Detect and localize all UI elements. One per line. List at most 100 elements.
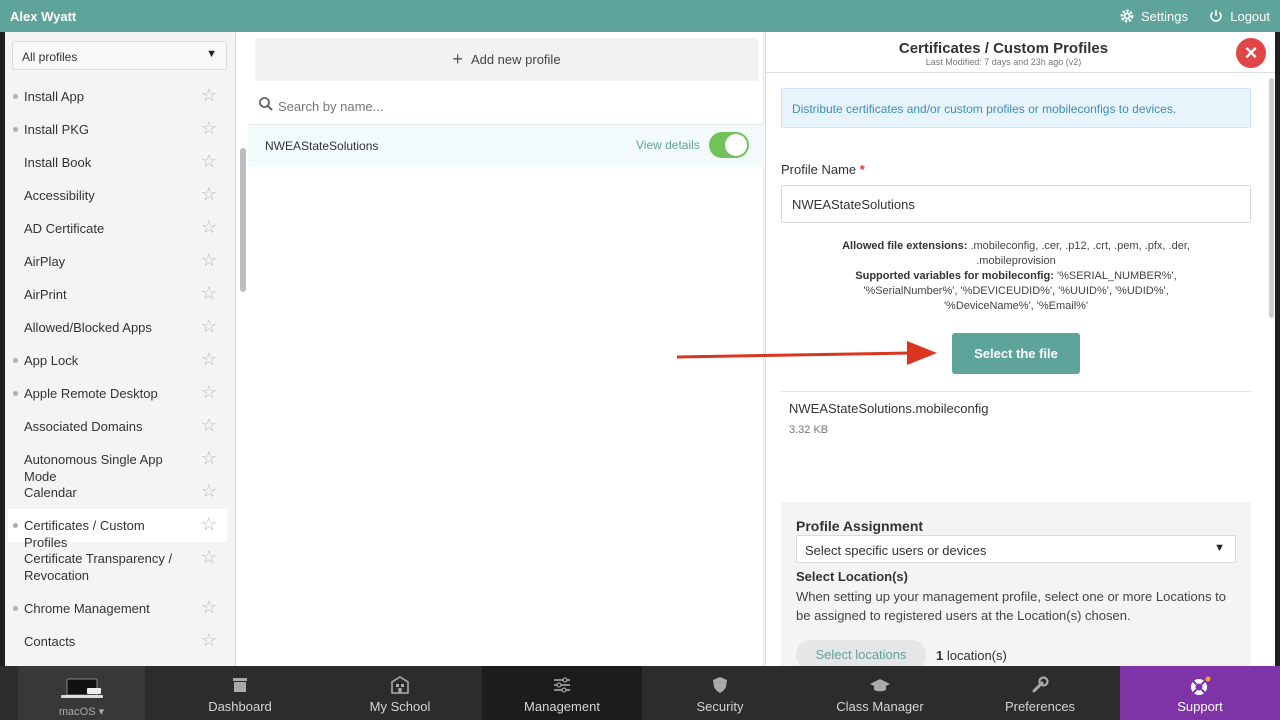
search-icon <box>259 97 273 111</box>
logout-button[interactable]: Logout <box>1208 8 1270 24</box>
star-icon[interactable]: ☆ <box>201 152 217 170</box>
star-icon[interactable]: ☆ <box>201 185 217 203</box>
profile-enabled-toggle[interactable] <box>709 132 749 158</box>
settings-label: Settings <box>1141 8 1188 24</box>
shield-icon <box>713 677 727 693</box>
add-new-profile-button[interactable]: + Add new profile <box>255 38 758 81</box>
search-input[interactable] <box>278 97 748 115</box>
configured-dot-icon <box>13 127 18 132</box>
star-icon[interactable]: ☆ <box>201 598 217 616</box>
sidebar-item-label: Chrome Management <box>24 601 150 616</box>
sidebar-item-label: Associated Domains <box>24 419 143 434</box>
variables-label: Supported variables for mobileconfig: <box>855 270 1054 282</box>
star-icon[interactable]: ☆ <box>201 383 217 401</box>
sidebar-item[interactable]: Autonomous Single App Mode ☆ <box>8 443 227 484</box>
sidebar-item[interactable]: AirPrint ☆ <box>8 278 227 311</box>
file-hints: Allowed file extensions: .mobileconfig, … <box>826 239 1206 314</box>
graduation-cap-icon <box>870 679 890 692</box>
sidebar-scrollbar[interactable] <box>240 148 246 292</box>
user-name: Alex Wyatt <box>10 9 77 24</box>
nav-support[interactable]: Support <box>1120 666 1280 720</box>
nav-security[interactable]: Security <box>640 666 800 720</box>
sidebar-item[interactable]: Apple Remote Desktop ☆ <box>8 377 227 410</box>
select-locations-button[interactable]: Select locations <box>796 640 926 666</box>
nav-class-manager-label: Class Manager <box>836 699 924 714</box>
nav-preferences[interactable]: Preferences <box>960 666 1120 720</box>
nav-management[interactable]: Management <box>482 666 642 720</box>
sidebar-item[interactable]: Associated Domains ☆ <box>8 410 227 443</box>
sidebar-item[interactable]: Install Book ☆ <box>8 146 227 179</box>
nav-management-label: Management <box>524 699 600 714</box>
profile-filter-value: All profiles <box>22 50 78 64</box>
select-file-button[interactable]: Select the file <box>952 333 1080 374</box>
star-icon[interactable]: ☆ <box>201 86 217 104</box>
panel-scrollbar[interactable] <box>1269 78 1274 318</box>
nav-dashboard[interactable]: Dashboard <box>160 666 320 720</box>
sidebar-item[interactable]: Contacts ☆ <box>8 625 227 658</box>
star-icon[interactable]: ☆ <box>201 251 217 269</box>
caret-down-icon: ▼ <box>1214 542 1225 554</box>
configured-dot-icon <box>13 523 18 528</box>
profile-name-input[interactable] <box>781 185 1251 223</box>
sidebar-item[interactable]: Allowed/Blocked Apps ☆ <box>8 311 227 344</box>
nav-preferences-label: Preferences <box>1004 699 1076 714</box>
dashboard-icon <box>233 678 247 692</box>
sidebar-item[interactable]: Certificate Transparency / Revocation ☆ <box>8 542 227 592</box>
sidebar-item-label: AirPlay <box>24 254 66 269</box>
profile-row[interactable]: NWEAStateSolutions View details <box>248 126 764 167</box>
star-icon[interactable]: ☆ <box>201 218 217 236</box>
search-bar <box>248 90 764 125</box>
profile-row-name: NWEAStateSolutions <box>265 139 379 153</box>
required-mark: * <box>859 162 865 177</box>
profile-name-label: Profile Name * <box>781 162 865 177</box>
star-icon[interactable]: ☆ <box>201 416 217 434</box>
sidebar-item-label: Calendar <box>24 485 77 500</box>
configured-dot-icon <box>13 94 18 99</box>
sidebar-item[interactable]: Install PKG ☆ <box>8 113 227 146</box>
sidebar-item[interactable]: App Lock ☆ <box>8 344 227 377</box>
star-icon[interactable]: ☆ <box>201 317 217 335</box>
app-frame: All profiles ▼ Install App ☆ Install PKG ☆ I… <box>5 32 1275 666</box>
star-icon[interactable]: ☆ <box>201 284 217 302</box>
star-icon[interactable]: ☆ <box>201 631 217 649</box>
uploaded-file-size: 3.32 KB <box>789 424 829 436</box>
sidebar-item-label: Apple Remote Desktop <box>24 386 158 401</box>
nav-class-manager[interactable]: Class Manager <box>800 666 960 720</box>
view-details-link[interactable]: View details <box>636 138 700 152</box>
info-banner: Distribute certificates and/or custom pr… <box>781 88 1251 128</box>
sidebar-item-label: Certificate Transparency / Revocation <box>24 551 173 583</box>
nav-security-label: Security <box>696 699 744 714</box>
device-platform-selector[interactable]: macOS ▾ <box>18 666 145 720</box>
sidebar-item[interactable]: Install App ☆ <box>8 80 227 113</box>
top-bar: Alex Wyatt Settings Logout <box>0 0 1280 32</box>
lifebuoy-icon <box>1191 676 1211 695</box>
locations-count-number: 1 <box>936 648 944 663</box>
sidebar-item[interactable]: Chrome Management ☆ <box>8 592 227 625</box>
settings-button[interactable]: Settings <box>1119 8 1188 24</box>
profile-name-label-text: Profile Name <box>781 162 857 177</box>
star-icon[interactable]: ☆ <box>201 350 217 368</box>
gear-icon <box>1120 9 1134 23</box>
logout-label: Logout <box>1230 8 1270 24</box>
star-icon[interactable]: ☆ <box>201 515 217 533</box>
sidebar-item[interactable]: AD Certificate ☆ <box>8 212 227 245</box>
sidebar-item[interactable]: AirPlay ☆ <box>8 245 227 278</box>
sidebar-item[interactable]: Accessibility ☆ <box>8 179 227 212</box>
panel-title: Certificates / Custom Profiles <box>898 40 1109 57</box>
star-icon[interactable]: ☆ <box>201 119 217 137</box>
allowed-ext-value: .mobileconfig, .cer, .p12, .crt, .pem, .… <box>970 240 1190 267</box>
configured-dot-icon <box>13 358 18 363</box>
sidebar-item-label: AirPrint <box>24 287 67 302</box>
close-icon[interactable]: × <box>1236 38 1266 68</box>
sidebar-item[interactable]: Certificates / Custom Profiles ☆ <box>8 509 227 550</box>
star-icon[interactable]: ☆ <box>201 482 217 500</box>
plus-icon: + <box>452 49 463 69</box>
assignment-select[interactable]: Select specific users or devices ▼ <box>796 535 1236 563</box>
star-icon[interactable]: ☆ <box>201 548 217 566</box>
sidebar-item[interactable]: Calendar ☆ <box>8 476 227 509</box>
divider <box>781 391 1251 392</box>
nav-my-school[interactable]: My School <box>320 666 480 720</box>
star-icon[interactable]: ☆ <box>201 449 217 467</box>
sidebar-item-label: Allowed/Blocked Apps <box>24 320 152 335</box>
profile-filter-select[interactable]: All profiles ▼ <box>12 41 227 70</box>
